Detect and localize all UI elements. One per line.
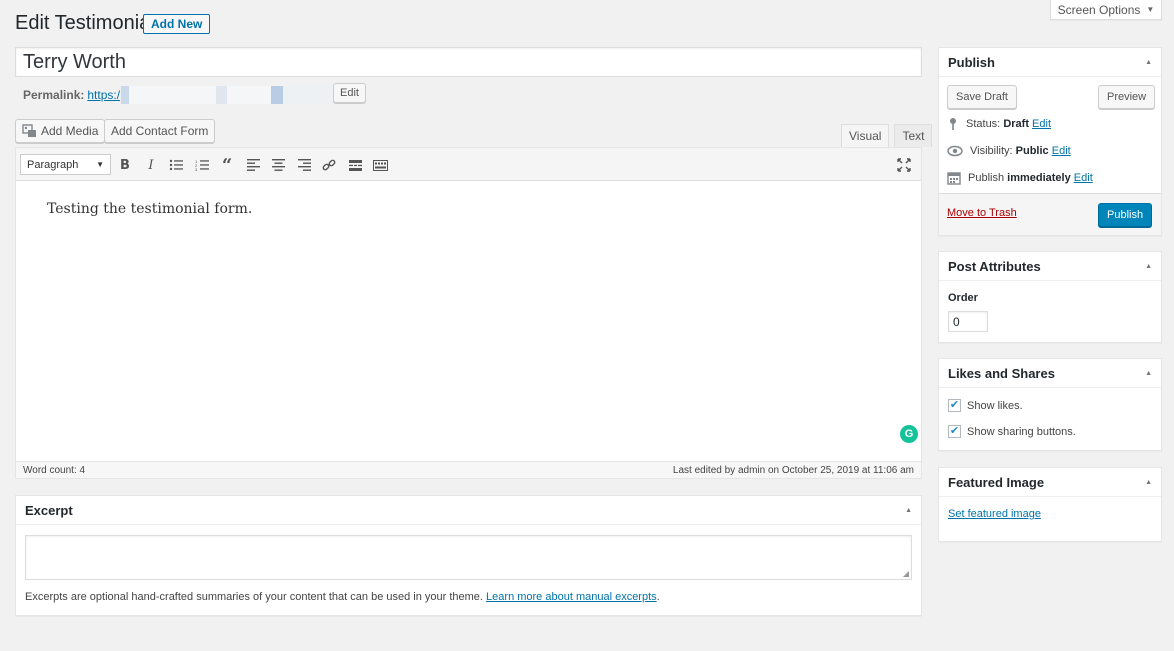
excerpt-note: Excerpts are optional hand-crafted summa… xyxy=(25,591,660,603)
publish-button[interactable]: Publish xyxy=(1098,203,1153,227)
post-attributes-box: Post Attributes ▲ Order 0 xyxy=(938,251,1162,343)
excerpt-header[interactable]: Excerpt ▲ xyxy=(16,496,921,525)
likes-shares-box: Likes and Shares ▲ ✔ Show likes. ✔ Show … xyxy=(938,358,1162,451)
post-attributes-title: Post Attributes xyxy=(948,258,1041,274)
publish-title: Publish xyxy=(948,54,995,70)
visibility-value: Public xyxy=(1015,145,1049,157)
learn-more-link[interactable]: Learn more about manual excerpts xyxy=(486,591,657,603)
featured-image-title: Featured Image xyxy=(948,474,1045,490)
featured-image-header[interactable]: Featured Image ▲ xyxy=(939,468,1161,497)
add-media-button[interactable]: Add Media xyxy=(15,119,106,143)
publish-box: Publish ▲ Save Draft Preview Status: Dra… xyxy=(938,47,1162,236)
show-sharing-row: ✔ Show sharing buttons. xyxy=(948,425,1076,438)
page-title: Edit Testimonial xyxy=(15,12,155,34)
screen-options-button[interactable]: Screen Options ▼ xyxy=(1050,0,1162,20)
fullscreen-icon[interactable] xyxy=(894,155,914,175)
schedule-label: Publish xyxy=(968,172,1005,184)
content-editor: Paragraph ▼ B I 123 “ Testing the testim… xyxy=(15,147,922,479)
tab-text[interactable]: Text xyxy=(894,124,933,147)
visibility-edit-link[interactable]: Edit xyxy=(1052,145,1071,157)
excerpt-note-text: Excerpts are optional hand-crafted summa… xyxy=(25,591,483,603)
bulleted-list-icon[interactable] xyxy=(166,155,186,175)
calendar-icon xyxy=(947,172,961,185)
featured-image-box: Featured Image ▲ Set featured image xyxy=(938,467,1162,542)
post-attributes-header[interactable]: Post Attributes ▲ xyxy=(939,252,1161,281)
italic-icon[interactable]: I xyxy=(141,155,161,175)
align-right-icon[interactable] xyxy=(294,155,314,175)
permalink-row: Permalink: https:/ xyxy=(23,86,344,104)
add-contact-form-button[interactable]: Add Contact Form xyxy=(104,119,216,143)
schedule-row: Publish immediately Edit xyxy=(947,171,1093,185)
permalink-label: Permalink: xyxy=(23,88,85,102)
collapse-arrow-icon[interactable]: ▲ xyxy=(1145,479,1152,486)
format-select[interactable]: Paragraph ▼ xyxy=(20,154,111,175)
show-likes-row: ✔ Show likes. xyxy=(948,399,1023,412)
schedule-edit-link[interactable]: Edit xyxy=(1074,172,1093,184)
set-featured-image-link[interactable]: Set featured image xyxy=(948,508,1041,520)
show-sharing-checkbox[interactable]: ✔ xyxy=(948,425,961,438)
numbered-list-icon[interactable]: 123 xyxy=(192,155,212,175)
publish-header[interactable]: Publish ▲ xyxy=(939,48,1161,77)
link-icon[interactable] xyxy=(319,155,339,175)
show-likes-label: Show likes. xyxy=(967,399,1023,412)
svg-text:3: 3 xyxy=(195,167,198,171)
pin-icon xyxy=(950,118,956,130)
format-select-value: Paragraph xyxy=(27,158,79,171)
status-row: Status: Draft Edit xyxy=(947,117,1051,131)
schedule-value: immediately xyxy=(1007,172,1071,184)
publish-actions: Move to Trash Publish xyxy=(939,193,1161,235)
excerpt-box: Excerpt ▲ ◢ Excerpts are optional hand-c… xyxy=(15,495,922,616)
toolbar-toggle-icon[interactable] xyxy=(370,155,390,175)
collapse-arrow-icon[interactable]: ▲ xyxy=(1145,59,1152,66)
editor-content-area[interactable]: Testing the testimonial form. G xyxy=(16,182,921,462)
move-to-trash-link[interactable]: Move to Trash xyxy=(947,207,1017,219)
collapse-arrow-icon[interactable]: ▲ xyxy=(1145,263,1152,270)
order-input[interactable]: 0 xyxy=(948,311,988,332)
grammarly-icon[interactable]: G xyxy=(900,425,918,443)
likes-shares-header[interactable]: Likes and Shares ▲ xyxy=(939,359,1161,388)
editor-statusbar: Word count: 4 Last edited by admin on Oc… xyxy=(16,461,921,478)
last-edited: Last edited by admin on October 25, 2019… xyxy=(672,464,914,476)
tab-visual[interactable]: Visual xyxy=(841,124,890,147)
blockquote-icon[interactable]: “ xyxy=(217,155,237,176)
read-more-icon[interactable] xyxy=(345,155,365,175)
likes-shares-title: Likes and Shares xyxy=(948,365,1055,381)
caret-down-icon: ▼ xyxy=(1146,5,1155,14)
eye-icon xyxy=(947,145,963,157)
media-icon xyxy=(22,124,36,137)
post-title-input[interactable]: Terry Worth xyxy=(15,47,922,77)
add-new-button[interactable]: Add New xyxy=(143,14,211,34)
collapse-arrow-icon[interactable]: ▲ xyxy=(1145,370,1152,377)
visibility-label: Visibility: xyxy=(970,145,1013,157)
align-left-icon[interactable] xyxy=(243,155,263,175)
preview-button[interactable]: Preview xyxy=(1098,85,1156,109)
order-label: Order xyxy=(948,292,978,304)
permalink-redacted-url xyxy=(121,86,344,104)
excerpt-textarea[interactable]: ◢ xyxy=(25,535,912,580)
word-count: Word count: 4 xyxy=(23,464,86,476)
status-value: Draft xyxy=(1003,118,1029,130)
show-likes-checkbox[interactable]: ✔ xyxy=(948,399,961,412)
show-sharing-label: Show sharing buttons. xyxy=(967,425,1076,438)
collapse-arrow-icon[interactable]: ▲ xyxy=(905,507,912,514)
status-edit-link[interactable]: Edit xyxy=(1032,118,1051,130)
permalink-edit-button[interactable]: Edit xyxy=(333,83,366,103)
excerpt-note-end: . xyxy=(656,591,660,603)
permalink-link[interactable]: https:/ xyxy=(87,88,120,102)
save-draft-button[interactable]: Save Draft xyxy=(947,85,1017,109)
status-label: Status: xyxy=(966,118,1001,130)
editor-content-text: Testing the testimonial form. xyxy=(47,201,253,217)
visibility-row: Visibility: Public Edit xyxy=(947,145,1071,157)
excerpt-title: Excerpt xyxy=(25,502,73,518)
align-center-icon[interactable] xyxy=(268,155,288,175)
chevron-down-icon: ▼ xyxy=(96,160,104,169)
editor-toolbar: Paragraph ▼ B I 123 “ xyxy=(16,148,921,181)
add-media-label: Add Media xyxy=(41,124,99,138)
resize-handle-icon[interactable]: ◢ xyxy=(903,569,909,578)
bold-icon[interactable]: B xyxy=(115,155,135,175)
screen-options-label: Screen Options xyxy=(1057,2,1141,17)
